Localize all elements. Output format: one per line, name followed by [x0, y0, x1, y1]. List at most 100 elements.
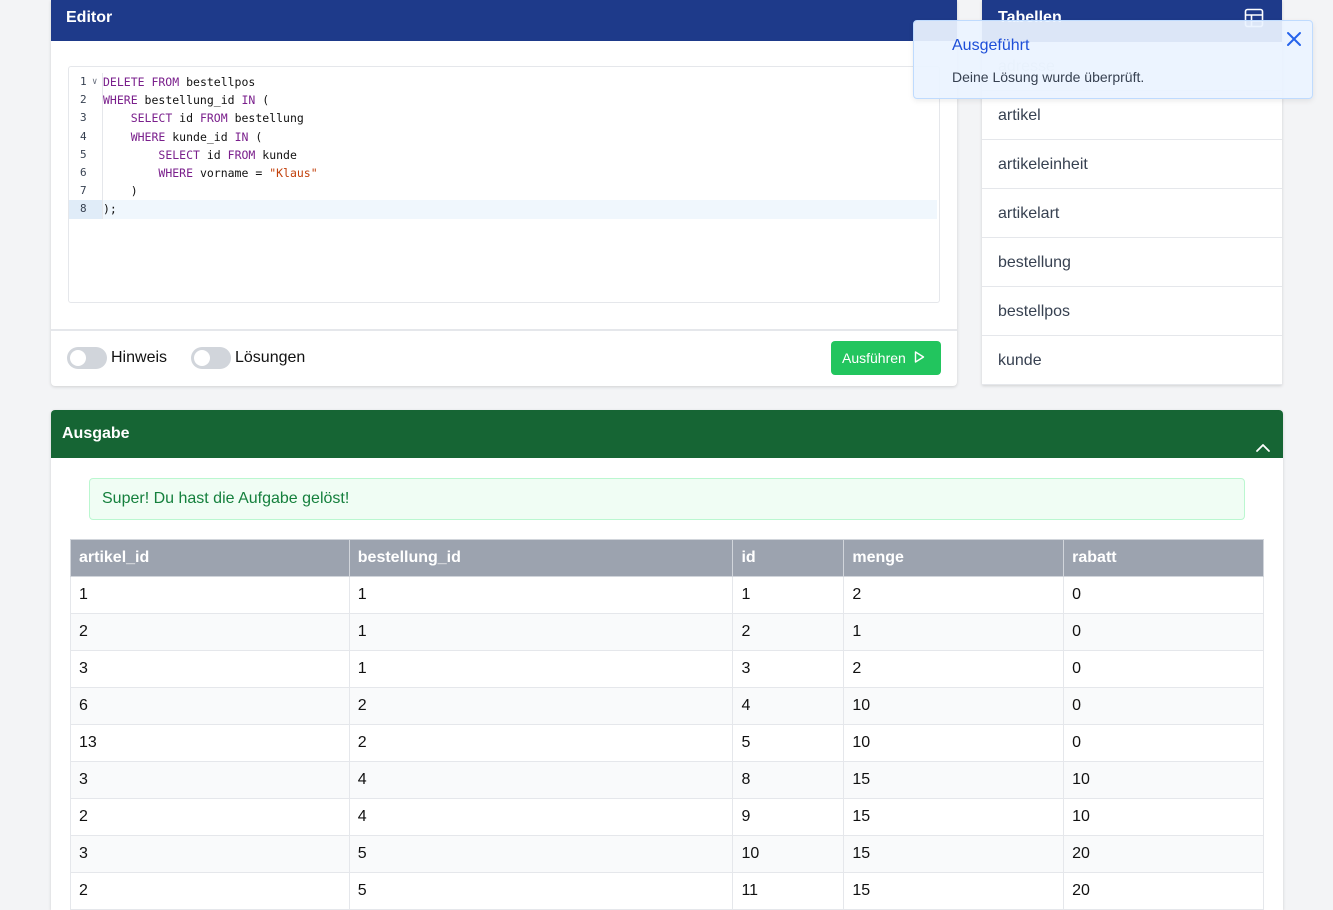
code-token: bestellung [227, 111, 304, 126]
code-line[interactable]: DELETE FROM bestellpos [103, 73, 937, 91]
table-cell: 0 [1063, 613, 1264, 651]
sql-string: "Klaus" [269, 165, 318, 180]
table-cell: 1 [348, 650, 734, 688]
result-table: artikel_id bestellung_id id menge rabatt 111… [70, 539, 1264, 910]
table-cell: 10 [1063, 798, 1264, 836]
table-cell: 5 [348, 835, 734, 873]
column-header-menge: menge [843, 539, 1065, 577]
sql-keyword: FROM [199, 111, 228, 126]
code-token: bestellpos [179, 75, 256, 89]
sql-keyword: WHERE [130, 129, 166, 144]
table-row: 3 5 10 15 20 [70, 835, 1264, 873]
table-cell: 9 [732, 798, 845, 836]
table-cell: 13 [70, 724, 350, 762]
code-token: ( [248, 129, 263, 144]
table-cell: 2 [843, 650, 1065, 688]
table-cell: 10 [732, 835, 845, 873]
close-icon[interactable] [1286, 29, 1302, 51]
code-token: vorname = [193, 165, 270, 180]
run-button[interactable]: Ausführen [831, 341, 941, 375]
editor-title: Editor [51, 0, 957, 41]
hint-toggle[interactable]: Hinweis [67, 347, 167, 369]
table-cell: 0 [1063, 687, 1264, 725]
play-icon [914, 350, 925, 366]
switch-knob [194, 350, 210, 366]
sql-keyword: DELETE FROM [103, 75, 180, 89]
code-line[interactable]: SELECT id FROM bestellung [103, 109, 937, 127]
table-row: 6 2 4 10 0 [70, 687, 1264, 725]
table-row: 13 2 5 10 0 [70, 724, 1264, 762]
line-number: 1 ∨ [69, 73, 102, 91]
table-cell: 4 [732, 687, 845, 725]
table-cell: 3 [70, 650, 350, 688]
table-cell: 1 [843, 613, 1065, 651]
toast-notification: Ausgeführt Deine Lösung wurde überprüft. [913, 20, 1313, 99]
toast-message: Deine Lösung wurde überprüft. [952, 69, 1145, 85]
column-header-bestellung_id: bestellung_id [348, 539, 734, 577]
sql-keyword: FROM [227, 147, 256, 162]
table-cell: 15 [843, 835, 1065, 873]
chevron-up-icon[interactable] [1255, 426, 1271, 474]
column-header-artikel_id: artikel_id [70, 539, 350, 577]
output-title: Ausgabe [62, 425, 130, 442]
code-token: id [199, 147, 228, 162]
fold-chevron-icon[interactable]: ∨ [92, 73, 97, 91]
table-cell: 15 [843, 798, 1065, 836]
table-cell: 20 [1063, 835, 1264, 873]
output-header[interactable]: Ausgabe [51, 410, 1283, 458]
code-line[interactable]: SELECT id FROM kunde [103, 146, 937, 164]
table-cell: 5 [732, 724, 845, 762]
column-header-id: id [732, 539, 845, 577]
line-number: 4 [80, 129, 87, 143]
table-row: 11120 [70, 576, 1264, 614]
table-cell: 8 [732, 761, 845, 799]
solutions-label: Lösungen [235, 349, 306, 366]
table-cell: 15 [843, 872, 1065, 910]
table-cell: 0 [1063, 576, 1264, 614]
line-number: 3 [80, 111, 87, 125]
table-cell: 10 [1063, 761, 1264, 799]
table-cell: 3 [70, 761, 350, 799]
table-item-bestellpos[interactable]: bestellpos [982, 287, 1282, 336]
table-cell: 1 [348, 613, 734, 651]
table-row: 21210 [70, 613, 1264, 651]
table-row: 31320 [70, 650, 1264, 688]
hint-switch[interactable] [67, 347, 107, 369]
code-token: ) [103, 184, 138, 199]
table-cell: 20 [1063, 872, 1264, 910]
table-header-row: artikel_id bestellung_id id menge rabatt [70, 539, 1264, 577]
code-area[interactable]: DELETE FROM bestellpos WHERE bestellung_i… [103, 73, 937, 219]
toast-title: Ausgeführt [952, 37, 1030, 54]
solutions-switch[interactable] [191, 347, 231, 369]
line-number: 7 [80, 184, 87, 198]
code-token: ( [255, 93, 270, 108]
code-editor[interactable]: 1 ∨ 2 3 4 5 6 7 8 DELETE FROM bestellpos WHERE be… [68, 66, 940, 303]
line-number: 8 [69, 200, 102, 219]
column-header-rabatt: rabatt [1063, 539, 1264, 577]
line-number: 2 [80, 93, 87, 107]
sql-keyword: IN [241, 93, 256, 108]
sql-keyword: SELECT [130, 111, 173, 126]
code-line[interactable]: WHERE kunde_id IN ( [103, 128, 937, 146]
table-cell: 11 [732, 872, 845, 910]
code-line[interactable]: WHERE bestellung_id IN ( [103, 91, 937, 109]
table-item-bestellung[interactable]: bestellung [982, 238, 1282, 287]
table-cell: 3 [732, 650, 845, 688]
code-line[interactable]: ) [103, 182, 937, 200]
sql-keyword: IN [234, 129, 249, 144]
table-cell: 10 [843, 687, 1065, 725]
solutions-toggle[interactable]: Lösungen [191, 347, 305, 369]
table-item-kunde[interactable]: kunde [982, 336, 1282, 385]
table-item-artikelart[interactable]: artikelart [982, 189, 1282, 238]
code-token: ); [103, 202, 117, 217]
table-cell: 2 [732, 613, 845, 651]
run-button-label: Ausführen [842, 350, 906, 366]
code-token: kunde_id [165, 129, 235, 144]
sql-keyword: WHERE [103, 93, 138, 108]
table-item-artikeleinheit[interactable]: artikeleinheit [982, 140, 1282, 189]
code-line[interactable]: WHERE vorname = "Klaus" [103, 164, 937, 182]
table-cell: 4 [348, 798, 734, 836]
code-line[interactable]: ); [103, 200, 937, 219]
